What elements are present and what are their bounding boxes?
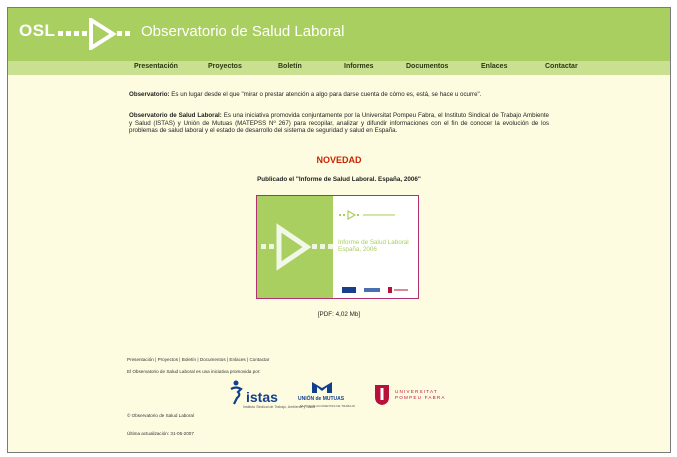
istas-figure-icon [230, 380, 243, 405]
intro-observatorio: Observatorio: Es un lugar desde el que "… [129, 91, 549, 99]
partner-istas-logo[interactable]: istas [246, 389, 278, 405]
main-nav: Presentación Proyectos Boletín Informes … [8, 61, 670, 75]
site-logo-text[interactable]: OSL [19, 21, 55, 41]
union-mutuas-emblem-icon [312, 382, 332, 393]
report-cover-image[interactable]: Informe de Salud Laboral España, 2006 [256, 195, 419, 299]
nav-item-contactar[interactable]: Contactar [545, 63, 578, 70]
intro-text-observatorio: Es un lugar desde el que "mirar o presta… [169, 91, 482, 98]
intro-term-osl: Observatorio de Salud Laboral: [129, 112, 222, 119]
upf-line2: POMPEU FABRA [395, 395, 446, 400]
nav-item-boletin[interactable]: Boletín [278, 63, 302, 70]
nav-item-documentos[interactable]: Documentos [406, 63, 448, 70]
footer-link-presentacion[interactable]: Presentación [127, 357, 154, 362]
header-banner: OSL Observatorio de Salud Laboral [8, 8, 670, 61]
published-notice: Publicado el "Informe de Salud Laboral. … [257, 176, 421, 183]
cover-istas-logo-icon [342, 287, 356, 293]
footer-link-boletin[interactable]: Boletín [182, 357, 196, 362]
novedad-heading: NOVEDAD [316, 155, 362, 165]
nav-item-presentacion[interactable]: Presentación [134, 63, 178, 70]
intro-osl: Observatorio de Salud Laboral: Es una in… [129, 112, 549, 135]
partner-union-mutuas-logo[interactable]: UNIÓN de MUTUAS [298, 396, 344, 402]
page-frame: OSL Observatorio de Salud Laboral Presen… [7, 7, 671, 453]
cover-green-panel [257, 196, 333, 298]
osl-logo-icon [58, 18, 130, 50]
last-update-text: Última actualización: 31-05-2007 [127, 431, 194, 436]
cover-union-logo-icon [364, 288, 380, 292]
nav-item-enlaces[interactable]: Enlaces [481, 63, 507, 70]
promoted-by-text: El Observatorio de Salud Laboral es una … [127, 369, 261, 374]
cover-title-line2: España, 2006 [338, 246, 377, 253]
nav-item-informes[interactable]: Informes [344, 63, 374, 70]
cover-logo-icon [261, 223, 333, 271]
upf-line1: UNIVERSITAT [395, 389, 438, 394]
footer-nav: Presentación | Proyectos | Boletín | Doc… [127, 357, 269, 362]
pdf-download-link[interactable]: [PDF: 4,02 Mb] [8, 311, 670, 318]
footer-link-contactar[interactable]: Contactar [249, 357, 269, 362]
cover-upf-logo-icon [388, 287, 392, 293]
copyright-text: © Observatorio de Salud Laboral [127, 413, 194, 418]
cover-small-logo-icon [339, 210, 395, 220]
footer-link-documentos[interactable]: Documentos [200, 357, 226, 362]
intro-term-observatorio: Observatorio: [129, 91, 170, 98]
cover-title: Informe de Salud Laboral España, 2006 [338, 239, 409, 253]
footer-link-proyectos[interactable]: Proyectos [158, 357, 178, 362]
partner-union-mutuas-subtitle: MUTUA DE ACCIDENTES DE TRABAJO [300, 404, 356, 408]
partner-upf-logo[interactable]: UNIVERSITAT POMPEU FABRA [395, 389, 446, 401]
nav-item-proyectos[interactable]: Proyectos [208, 63, 242, 70]
footer-link-enlaces[interactable]: Enlaces [229, 357, 245, 362]
site-title: Observatorio de Salud Laboral [141, 23, 345, 40]
cover-upf-wordmark-icon [394, 289, 408, 291]
upf-shield-icon [375, 385, 389, 405]
cover-title-line1: Informe de Salud Laboral [338, 239, 409, 246]
